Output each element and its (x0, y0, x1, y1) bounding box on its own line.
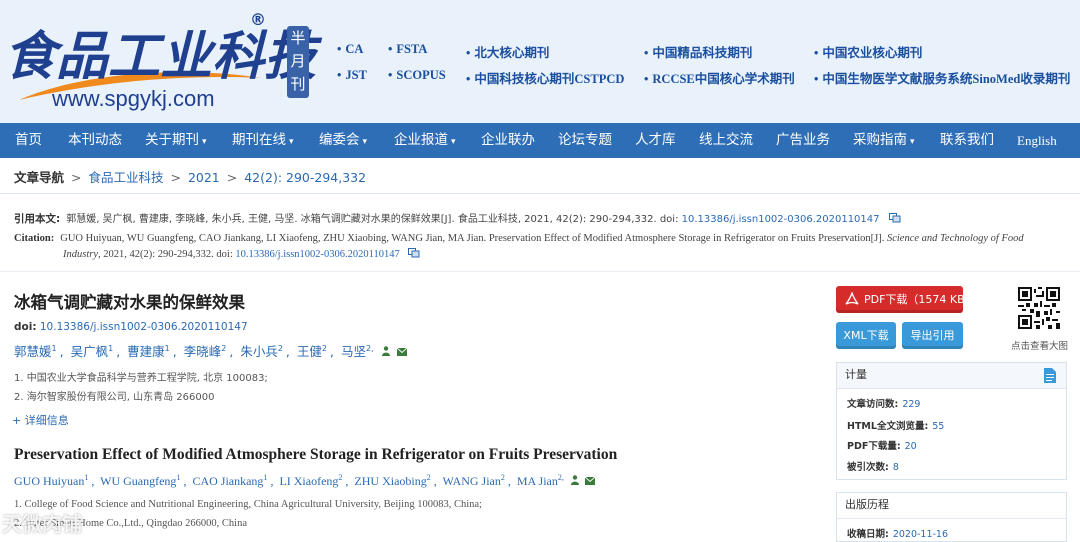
history-panel-title: 出版历程 (837, 493, 1066, 519)
author-link[interactable]: 王健2 (297, 344, 327, 359)
nav-editorial-board[interactable]: 编委会 ▾ (319, 123, 367, 158)
xml-download-button[interactable]: XML下载 (836, 322, 896, 349)
copy-icon[interactable] (888, 213, 901, 223)
breadcrumb-label: 文章导航 (14, 170, 65, 185)
author-link[interactable]: LI Xiaofeng2 (279, 473, 342, 488)
doi-link[interactable]: 10.13386/j.issn1002-0306.2020110147 (40, 321, 248, 333)
author-link[interactable]: 朱小兵2 (240, 344, 283, 359)
export-citation-button[interactable]: 导出引用 (902, 322, 963, 349)
citation-en-doi-link[interactable]: 10.13386/j.issn1002-0306.2020110147 (235, 249, 399, 260)
nav-purchase-guide[interactable]: 采购指南 ▾ (853, 123, 915, 158)
document-icon[interactable] (1044, 368, 1056, 383)
history-panel: 出版历程 收稿日期: 2020-11-16 (836, 492, 1067, 542)
metrics-panel-title: 计量 (837, 363, 1066, 389)
nav-about[interactable]: 关于期刊 ▾ (145, 123, 207, 158)
index-item: • 中国农业核心期刊 (814, 46, 923, 60)
affiliation-cn: 2. 海尔智家股份有限公司, 山东青岛 266000 (14, 392, 215, 403)
chevron-down-icon: ▾ (910, 137, 915, 147)
stat-views: 文章访问数: 229 (847, 399, 921, 410)
authors-cn: 郭慧媛1, 吴广枫1, 曹建康1, 李晓峰2, 朱小兵2, 王健2, 马坚2, (14, 341, 407, 360)
nav-english[interactable]: English (1017, 123, 1057, 158)
qr-code-icon[interactable] (1018, 287, 1060, 329)
affiliation-cn: 1. 中国农业大学食品科学与营养工程学院, 北京 100083; (14, 373, 268, 384)
index-item: • 北大核心期刊 (466, 46, 550, 60)
watermark: 天微肉铺 (2, 512, 82, 536)
half-month-badge: 半月刊 (287, 26, 309, 98)
registered-mark: ® (250, 10, 266, 29)
index-item: • 中国科技核心期刊CSTPCD (466, 72, 625, 86)
author-link[interactable]: 李晓峰2 (184, 344, 227, 359)
nav-online-exchange[interactable]: 线上交流 (699, 123, 753, 158)
author-link[interactable]: 吴广枫1 (71, 344, 114, 359)
main-nav: 首页 本刊动态 关于期刊 ▾ 期刊在线 ▾ 编委会 ▾ 企业报道 ▾ 企业联办 论坛专题… (0, 123, 1080, 158)
qr-caption: 点击查看大图 (1011, 341, 1069, 352)
stat-html-views: HTML全文浏览量: 55 (847, 421, 945, 432)
index-item: • 中国精品科技期刊 (644, 46, 753, 60)
author-link[interactable]: MA Jian2, (517, 473, 564, 488)
email-icon[interactable] (584, 477, 595, 485)
corresponding-author-icon (570, 475, 579, 485)
pdf-download-button[interactable]: PDF下载（1574 KB） (836, 286, 976, 313)
nav-company-reports[interactable]: 企业报道 ▾ (394, 123, 456, 158)
index-item: • FSTA (388, 42, 428, 56)
author-link[interactable]: WANG Jian2 (443, 473, 505, 488)
breadcrumb: 文章导航 > 食品工业科技 > 2021 > 42(2): 290-294,33… (14, 170, 367, 185)
stat-citations: 被引次数: 8 (847, 462, 899, 473)
copy-icon[interactable] (408, 248, 420, 258)
site-header: 食品工业科技 ® www.spgykj.com 半月刊 • CA • FSTA • 北… (0, 0, 1080, 123)
index-item: • RCCSE中国核心学术期刊 (644, 72, 795, 86)
stat-pdf-downloads: PDF下载量: 20 (847, 441, 917, 452)
author-link[interactable]: CAO Jiankang1 (192, 473, 267, 488)
divider (0, 193, 1080, 194)
article-title-cn: 冰箱气调贮藏对水果的保鲜效果 (14, 293, 245, 312)
chevron-down-icon: ▾ (202, 137, 207, 147)
nav-online[interactable]: 期刊在线 ▾ (232, 123, 294, 158)
chevron-down-icon: ▾ (289, 137, 294, 147)
divider (0, 271, 1080, 272)
article-title-en: Preservation Effect of Modified Atmosphe… (14, 446, 618, 463)
logo-url: www.spgykj.com (52, 86, 215, 111)
author-link[interactable]: GUO Huiyuan1 (14, 473, 88, 488)
breadcrumb-issue-link[interactable]: 42(2): 290-294,332 (244, 170, 366, 185)
nav-joint-ventures[interactable]: 企业联办 (481, 123, 535, 158)
authors-en: GUO Huiyuan1, WU Guangfeng1, CAO Jiankan… (14, 473, 595, 489)
citation-en-cont: Industry, 2021, 42(2): 290-294,332. doi:… (63, 248, 420, 260)
corresponding-author-icon (381, 346, 390, 356)
nav-advertising[interactable]: 广告业务 (776, 123, 830, 158)
nav-forum[interactable]: 论坛专题 (558, 123, 612, 158)
author-link[interactable]: ZHU Xiaobing2 (354, 473, 430, 488)
index-item: • 中国生物医学文献服务系统SinoMed收录期刊 (814, 72, 1071, 86)
metrics-panel: 计量 文章访问数: 229 HTML全文浏览量: 55 PDF下载量: 20 被引次数… (836, 362, 1067, 480)
author-link[interactable]: 曹建康1 (127, 344, 170, 359)
index-item: • SCOPUS (388, 68, 446, 82)
citation-cn-doi-link[interactable]: 10.13386/j.issn1002-0306.2020110147 (682, 214, 880, 225)
index-item: • CA (337, 42, 364, 56)
author-link[interactable]: 马坚2, (341, 344, 374, 359)
more-info-toggle[interactable]: + 详细信息 (12, 412, 69, 428)
nav-news[interactable]: 本刊动态 (68, 123, 122, 158)
nav-contact[interactable]: 联系我们 (940, 123, 994, 158)
nav-talent[interactable]: 人才库 (635, 123, 676, 158)
chevron-down-icon: ▾ (362, 137, 368, 147)
nav-home[interactable]: 首页 (15, 123, 42, 158)
breadcrumb-journal-link[interactable]: 食品工业科技 (88, 170, 163, 185)
chevron-down-icon: ▾ (451, 137, 456, 147)
pdf-icon (845, 292, 859, 305)
author-link[interactable]: WU Guangfeng1 (100, 473, 180, 488)
journal-logo[interactable]: 食品工业科技 ® www.spgykj.com (4, 8, 316, 116)
article-doi: doi: 10.13386/j.issn1002-0306.2020110147 (14, 321, 248, 333)
affiliation-en: 1. College of Food Science and Nutrition… (14, 499, 482, 510)
email-icon[interactable] (396, 348, 407, 356)
citation-cn: 引用本文: 郭慧媛, 吴广枫, 曹建康, 李晓峰, 朱小兵, 王健, 马坚. 冰箱… (14, 210, 901, 226)
index-item: • JST (337, 68, 367, 82)
author-link[interactable]: 郭慧媛1 (14, 344, 57, 359)
citation-en: Citation: GUO Huiyuan, WU Guangfeng, CAO … (14, 233, 1024, 244)
breadcrumb-year-link[interactable]: 2021 (188, 170, 220, 185)
logo-text: 食品工业科技 (4, 26, 317, 87)
